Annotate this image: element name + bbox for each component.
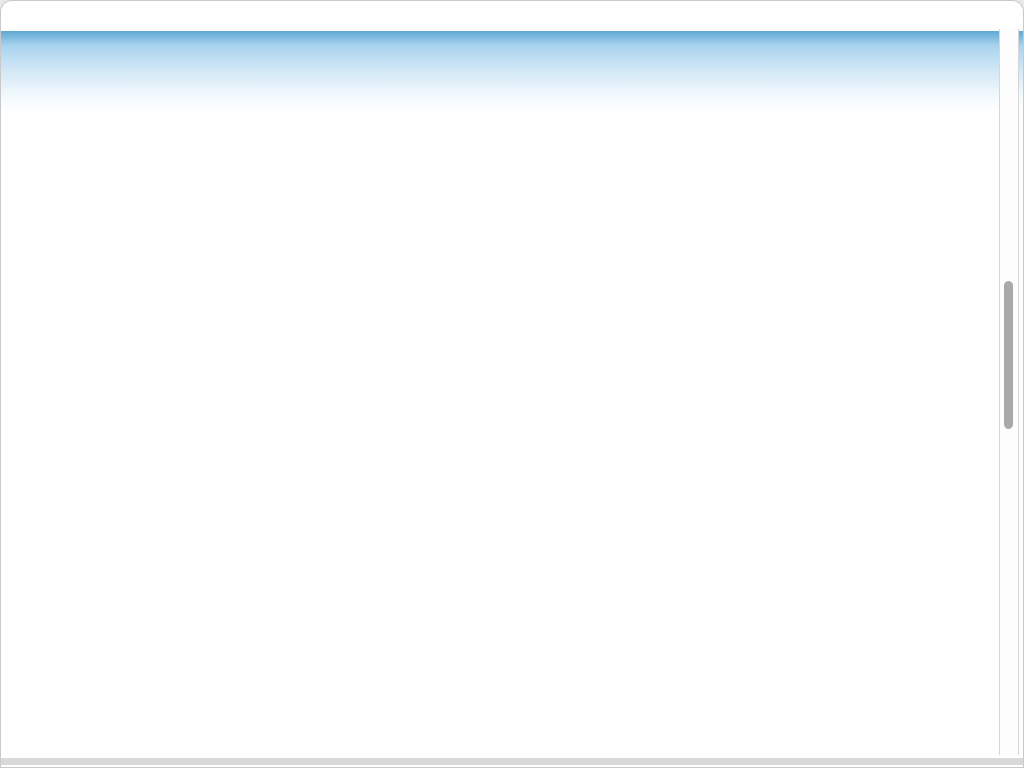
document-header <box>969 34 985 55</box>
superficies-table <box>628 504 986 511</box>
expediente-number <box>969 44 985 47</box>
prefeasibility-report-page <box>0 0 1024 768</box>
scrollbar-thumb[interactable] <box>1004 281 1013 429</box>
volumetria-table <box>628 121 986 126</box>
header-wave-line <box>1 55 1024 71</box>
volumetric-map-render-bottom <box>9 463 613 755</box>
bottom-edge-strip <box>1 758 1023 765</box>
header-gradient-band <box>1 31 1024 113</box>
scrollbar-track[interactable] <box>999 29 1019 755</box>
section-divider <box>55 119 58 173</box>
section-header <box>43 117 70 177</box>
volumetric-map-render-top <box>9 193 613 459</box>
